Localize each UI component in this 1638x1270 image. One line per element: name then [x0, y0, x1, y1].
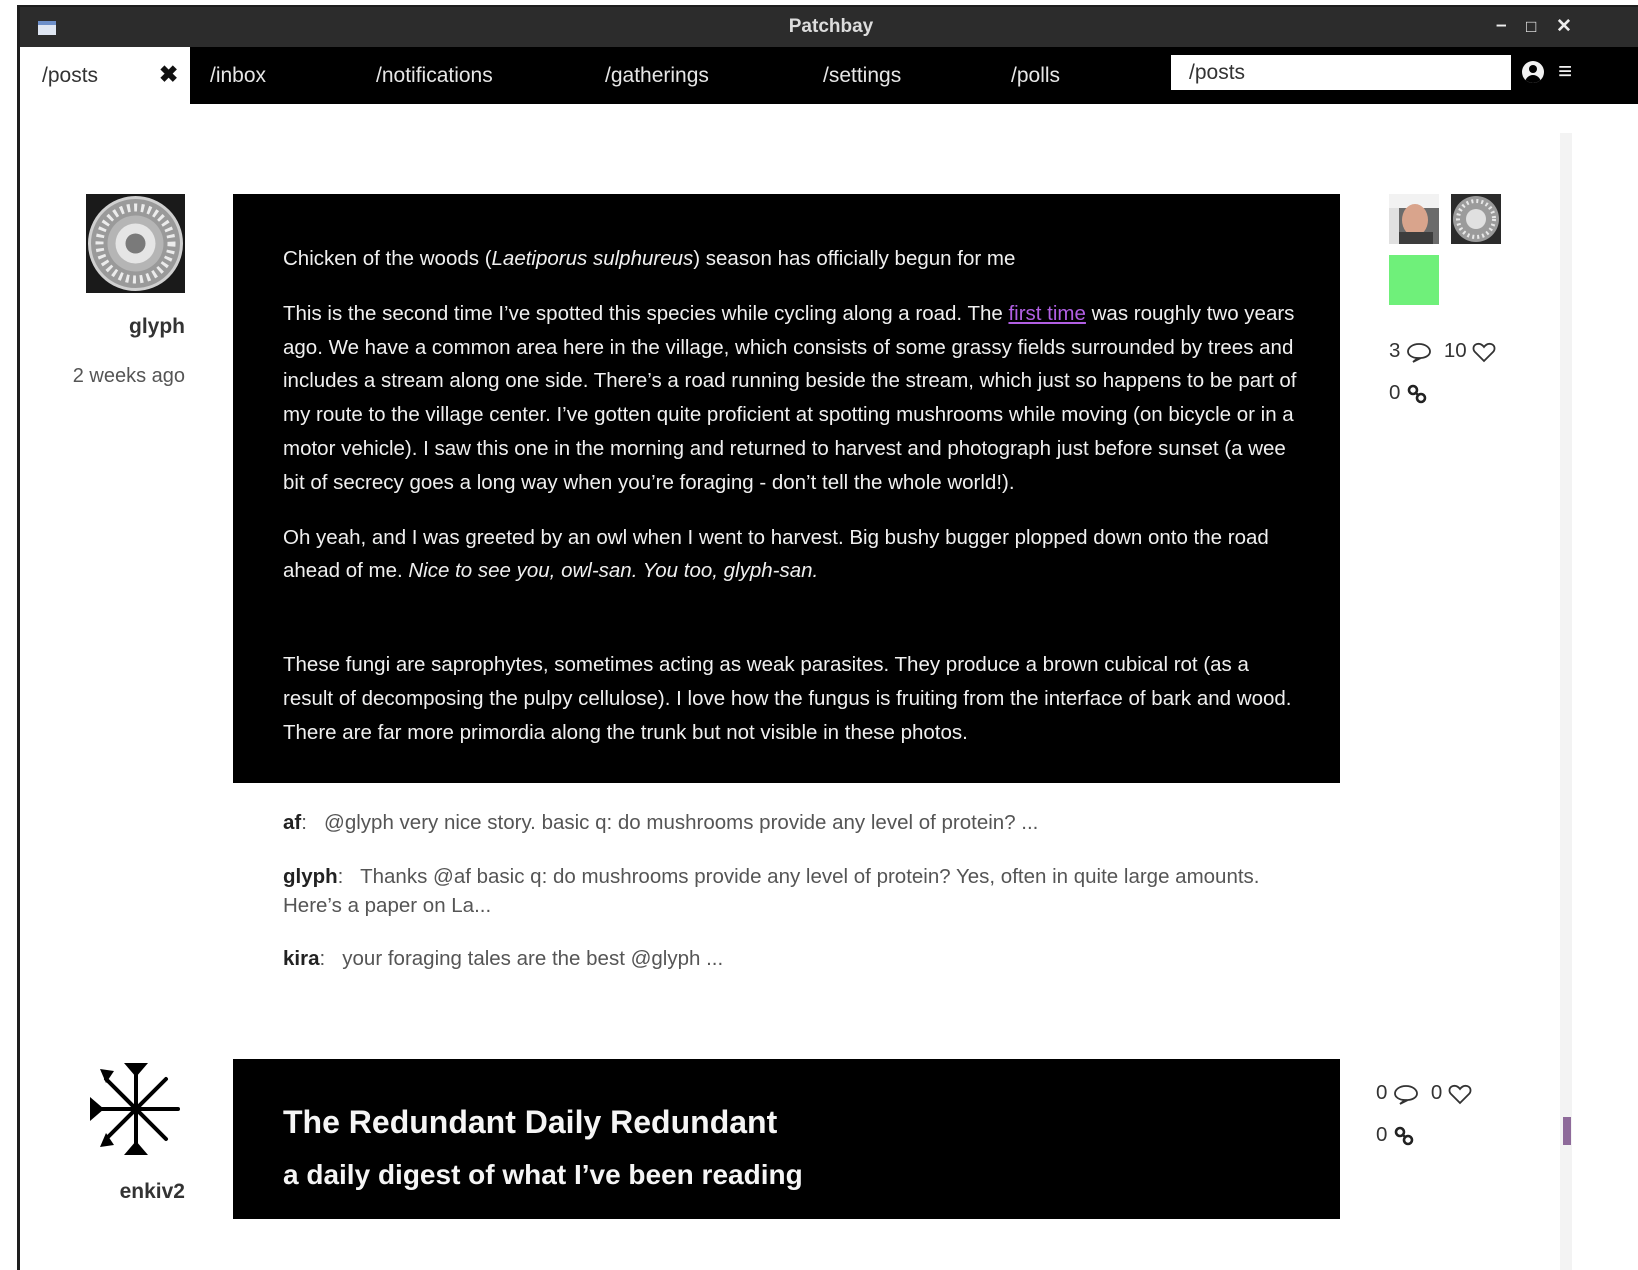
maximize-button[interactable]: □ [1526, 17, 1536, 37]
tab-polls[interactable]: /polls [1011, 64, 1060, 88]
backlinks-count: 0 [1376, 1123, 1388, 1146]
post-counts: 0 0 [1376, 1081, 1472, 1105]
close-tab-icon[interactable]: ✖ [159, 61, 178, 88]
post-paragraph: Chicken of the woods (Laetiporus sulphur… [283, 247, 1016, 270]
heart-icon[interactable] [1472, 341, 1496, 363]
avatar[interactable] [86, 194, 185, 293]
app-window: Patchbay – □ ✕ /posts ✖ /inbox /notifica… [17, 5, 1638, 1270]
reply-item[interactable]: glyph: Thanks @af basic q: do mushrooms … [283, 862, 1273, 920]
likes-count: 0 [1430, 1081, 1443, 1104]
reply-item[interactable]: kira: your foraging tales are the best @… [283, 944, 1273, 973]
post-paragraph: These fungi are saprophytes, sometimes a… [283, 653, 1292, 744]
account-icon[interactable] [1522, 61, 1544, 83]
first-time-link[interactable]: first time [1008, 302, 1085, 325]
post-paragraph: This is the second time I’ve spotted thi… [283, 301, 1297, 494]
post-counts: 3 10 [1389, 339, 1496, 363]
participant-avatar[interactable] [1451, 194, 1501, 244]
post-subtitle: a daily digest of what I’ve been reading [283, 1159, 803, 1190]
post-card[interactable]: Chicken of the woods (Laetiporus sulphur… [233, 194, 1340, 783]
replies-count: 0 [1376, 1081, 1388, 1104]
coin-avatar-image [86, 194, 185, 293]
post-paragraph: Oh yeah, and I was greeted by an owl whe… [283, 525, 1269, 583]
tab-gatherings[interactable]: /gatherings [605, 64, 709, 88]
reply-text: Thanks @af basic q: do mushrooms provide… [283, 865, 1260, 917]
post-timestamp[interactable]: 2 weeks ago [60, 365, 185, 388]
link-icon[interactable] [1406, 383, 1428, 405]
replies-count: 3 [1389, 339, 1401, 362]
reply-author[interactable]: kira [283, 947, 319, 970]
backlinks: 0 [1376, 1123, 1415, 1147]
participant-avatar[interactable] [1389, 255, 1439, 305]
post-card[interactable]: The Redundant Daily Redundant a daily di… [233, 1059, 1340, 1219]
address-input[interactable] [1171, 55, 1511, 90]
scrollbar-track[interactable] [1560, 133, 1572, 1270]
minimize-button[interactable]: – [1496, 15, 1507, 37]
comment-icon[interactable] [1406, 341, 1432, 363]
reply-text: @glyph very nice story. basic q: do mush… [324, 811, 1039, 834]
heart-icon[interactable] [1448, 1083, 1472, 1105]
close-window-button[interactable]: ✕ [1556, 15, 1572, 38]
tab-settings[interactable]: /settings [823, 64, 901, 88]
link-icon[interactable] [1393, 1125, 1415, 1147]
backlinks-count: 0 [1389, 381, 1401, 404]
backlinks: 0 [1389, 381, 1428, 405]
reply-text: your foraging tales are the best @glyph … [342, 947, 724, 970]
menu-icon[interactable]: ≡ [1558, 58, 1572, 86]
post-author[interactable]: enkiv2 [80, 1180, 185, 1204]
reply-author[interactable]: glyph [283, 865, 338, 888]
tab-posts[interactable]: /posts ✖ [20, 47, 190, 104]
cuneiform-avatar-image [90, 1063, 180, 1155]
window-title: Patchbay [788, 16, 874, 37]
tab-posts-label: /posts [42, 64, 99, 87]
participant-avatar[interactable] [1389, 194, 1439, 244]
reply-author[interactable]: af [283, 811, 301, 834]
address-bar [1171, 55, 1511, 90]
title-bar: Patchbay – □ ✕ [20, 7, 1638, 47]
tab-notifications[interactable]: /notifications [376, 64, 493, 88]
reply-item[interactable]: af: @glyph very nice story. basic q: do … [283, 808, 1273, 837]
post-title: The Redundant Daily Redundant [283, 1104, 778, 1140]
tab-inbox[interactable]: /inbox [210, 64, 266, 88]
avatar[interactable] [86, 1059, 185, 1158]
likes-count: 10 [1443, 339, 1467, 362]
post-body: Chicken of the woods (Laetiporus sulphur… [283, 242, 1303, 771]
comment-icon[interactable] [1393, 1083, 1419, 1105]
tab-bar: /posts ✖ /inbox /notifications /gatherin… [20, 47, 1638, 104]
scrollbar-thumb[interactable] [1563, 1117, 1571, 1145]
post-author[interactable]: glyph [80, 315, 185, 339]
